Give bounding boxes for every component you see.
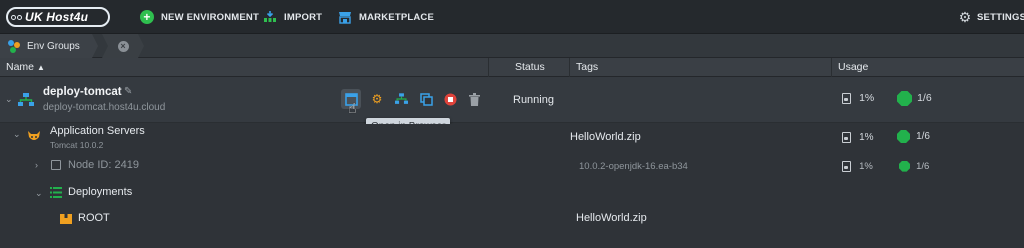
disk-usage-value: 1% <box>859 132 874 143</box>
disk-icon <box>842 131 851 143</box>
disk-usage[interactable]: 1% <box>842 92 874 104</box>
env-groups-label: Env Groups <box>27 40 80 52</box>
node-group-version: Tomcat 10.0.2 <box>50 140 104 150</box>
mouse-cursor-icon: ☝ <box>348 100 357 116</box>
config-button[interactable]: ⚙ <box>367 89 387 109</box>
top-toolbar: UK Host4u + NEW ENVIRONMENT IMPORT MARKE… <box>0 0 1024 34</box>
environment-name[interactable]: deploy-tomcat <box>43 86 122 98</box>
logo-text: UK Host4u <box>25 10 89 24</box>
column-status[interactable]: Status <box>489 58 570 77</box>
node-group-tag: HelloWorld.zip <box>570 131 641 143</box>
clone-button[interactable] <box>416 89 436 109</box>
disk-usage[interactable]: 1% <box>842 131 874 143</box>
marketplace-button[interactable]: MARKETPLACE <box>338 9 434 25</box>
server-icon <box>51 160 61 170</box>
node-id: Node ID: 2419 <box>68 159 139 171</box>
environment-domain[interactable]: deploy-tomcat.host4u.cloud <box>43 102 165 113</box>
clone-icon <box>419 92 433 106</box>
disk-usage-value: 1% <box>859 161 873 172</box>
deployment-tag: HelloWorld.zip <box>576 212 647 224</box>
chevron-down-icon[interactable]: ⌄ <box>13 129 21 140</box>
column-tags-label: Tags <box>576 61 599 73</box>
settings-label: SETTINGS <box>977 11 1024 23</box>
topology-button[interactable] <box>391 89 411 109</box>
import-icon <box>263 10 277 24</box>
environment-topology-icon <box>18 93 34 106</box>
marketplace-icon <box>338 10 352 24</box>
archive-icon <box>60 214 72 224</box>
topology-icon <box>394 93 408 104</box>
import-label: IMPORT <box>284 11 323 23</box>
cloudlet-icon <box>899 160 910 172</box>
disk-usage[interactable]: 1% <box>842 160 873 172</box>
disk-icon <box>842 160 851 172</box>
column-status-label: Status <box>515 61 545 73</box>
env-groups-bar: Env Groups × <box>0 34 1024 58</box>
clear-group-filter[interactable]: × <box>102 34 144 58</box>
gear-icon: ⚙ <box>958 8 972 25</box>
deployments-row[interactable] <box>0 179 1024 207</box>
cloudlet-usage-value: 1/6 <box>916 131 930 143</box>
cloudlet-usage-value: 1/6 <box>916 161 930 172</box>
delete-button[interactable] <box>464 89 484 109</box>
env-groups-button[interactable]: Env Groups <box>0 34 98 58</box>
marketplace-label: MARKETPLACE <box>359 11 435 23</box>
environment-status: Running <box>513 94 554 106</box>
column-name[interactable]: Name ▲ <box>0 58 489 77</box>
column-usage[interactable]: Usage <box>832 58 1024 77</box>
new-environment-label: NEW ENVIRONMENT <box>161 11 259 23</box>
deployment-row[interactable] <box>0 207 1024 235</box>
env-groups-icon <box>8 39 21 53</box>
sort-asc-icon: ▲ <box>36 63 45 72</box>
tomcat-icon <box>28 131 40 140</box>
import-button[interactable]: IMPORT <box>263 9 322 25</box>
column-usage-label: Usage <box>838 61 869 73</box>
deployments-list-icon <box>50 187 62 198</box>
cloudlet-usage[interactable]: 1/6 <box>897 91 932 106</box>
deployment-name: ROOT <box>78 212 110 224</box>
cloudlet-usage[interactable]: 1/6 <box>899 160 929 172</box>
cloudlet-icon <box>897 130 910 143</box>
close-icon: × <box>117 40 129 52</box>
plus-icon: + <box>140 10 154 24</box>
node-tag: 10.0.2-openjdk-16.ea-b34 <box>579 161 688 172</box>
deployments-label: Deployments <box>68 186 133 198</box>
chevron-down-icon[interactable]: ⌄ <box>35 188 43 199</box>
brand-logo[interactable]: UK Host4u <box>6 7 110 27</box>
disk-usage-value: 1% <box>859 92 875 104</box>
trash-icon <box>468 92 480 106</box>
disk-icon <box>842 92 851 104</box>
cloudlet-usage[interactable]: 1/6 <box>897 130 930 143</box>
node-group-name: Application Servers <box>50 125 145 137</box>
settings-button[interactable]: ⚙ SETTINGS <box>958 9 1024 25</box>
chevron-right-icon[interactable]: › <box>35 160 38 170</box>
column-tags[interactable]: Tags <box>570 58 832 77</box>
cloudlet-usage-value: 1/6 <box>917 92 932 105</box>
chevron-down-icon[interactable]: ⌄ <box>5 94 13 105</box>
cloudlet-icon <box>897 91 912 106</box>
logo-mark-icon <box>11 14 22 20</box>
stop-icon <box>444 93 456 105</box>
table-header: Name ▲ Status Tags Usage <box>0 58 1024 77</box>
pencil-icon[interactable]: ✎ <box>124 86 132 97</box>
stop-button[interactable] <box>440 89 460 109</box>
column-name-label: Name <box>6 61 35 73</box>
new-environment-button[interactable]: + NEW ENVIRONMENT <box>140 9 259 25</box>
config-gear-icon: ⚙ <box>371 92 383 106</box>
